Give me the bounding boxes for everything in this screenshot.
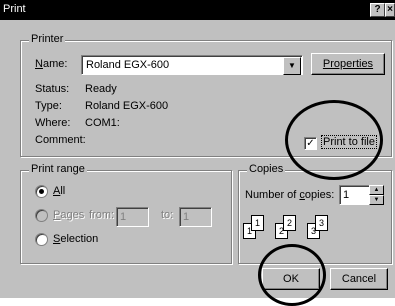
- from-field[interactable]: 1: [116, 207, 149, 227]
- help-button[interactable]: ?: [370, 3, 385, 17]
- ok-button[interactable]: OK: [262, 268, 320, 290]
- arrow-up-icon[interactable]: ▲: [369, 185, 384, 195]
- print-to-file-checkbox[interactable]: ✓: [304, 137, 317, 150]
- check-icon: ✓: [306, 138, 315, 149]
- collate-page: 1: [251, 215, 264, 231]
- printer-legend: Printer: [29, 33, 66, 45]
- radio-all[interactable]: [35, 185, 48, 198]
- printer-name-select[interactable]: Roland EGX-600 ▼: [81, 55, 303, 75]
- all-label[interactable]: All: [53, 185, 65, 197]
- properties-label: Properties: [322, 58, 374, 70]
- radio-pages[interactable]: [35, 209, 48, 222]
- close-button[interactable]: ×: [385, 3, 395, 17]
- print-to-file-label[interactable]: Print to file: [321, 135, 377, 149]
- copies-legend: Copies: [247, 163, 286, 175]
- copies-spinner[interactable]: ▲ ▼: [369, 185, 384, 205]
- copies-label: Number of copies:: [245, 189, 335, 201]
- name-label: Name:: [35, 58, 68, 70]
- cancel-button[interactable]: Cancel: [330, 268, 388, 290]
- selection-label[interactable]: Selection: [53, 233, 98, 245]
- print-range-group: Print range All Pages from: 1 to: 1 Sele…: [20, 163, 232, 264]
- to-field[interactable]: 1: [179, 207, 212, 227]
- chevron-down-icon[interactable]: ▼: [283, 57, 301, 75]
- radio-selection[interactable]: [35, 233, 48, 246]
- where-label: Where:: [35, 117, 71, 129]
- window-title: Print: [3, 3, 26, 15]
- where-value: COM1:: [85, 117, 120, 129]
- pages-label[interactable]: Pages: [53, 209, 84, 221]
- from-label: from:: [89, 209, 115, 221]
- comment-label: Comment:: [35, 134, 86, 146]
- copies-input[interactable]: 1: [339, 185, 370, 205]
- status-value: Ready: [85, 83, 117, 95]
- print-dialog: Print ? × Printer Name: Roland EGX-600 ▼…: [0, 0, 395, 306]
- status-label: Status:: [35, 83, 70, 95]
- print-range-legend: Print range: [29, 163, 87, 175]
- arrow-down-icon[interactable]: ▼: [369, 195, 384, 205]
- collate-page: 2: [283, 215, 296, 231]
- properties-button[interactable]: Properties: [311, 53, 385, 75]
- copies-group: Copies Number of copies: 1 ▲ ▼ 1 1 2 2 3…: [238, 163, 392, 264]
- title-bar[interactable]: Print ? ×: [0, 0, 395, 20]
- type-value: Roland EGX-600: [85, 100, 169, 112]
- collate-page: 3: [315, 215, 328, 231]
- type-label: Type:: [35, 100, 62, 112]
- printer-group: Printer Name: Roland EGX-600 ▼ Propertie…: [20, 33, 392, 157]
- to-label: to:: [161, 209, 174, 221]
- printer-name-value: Roland EGX-600: [86, 59, 170, 71]
